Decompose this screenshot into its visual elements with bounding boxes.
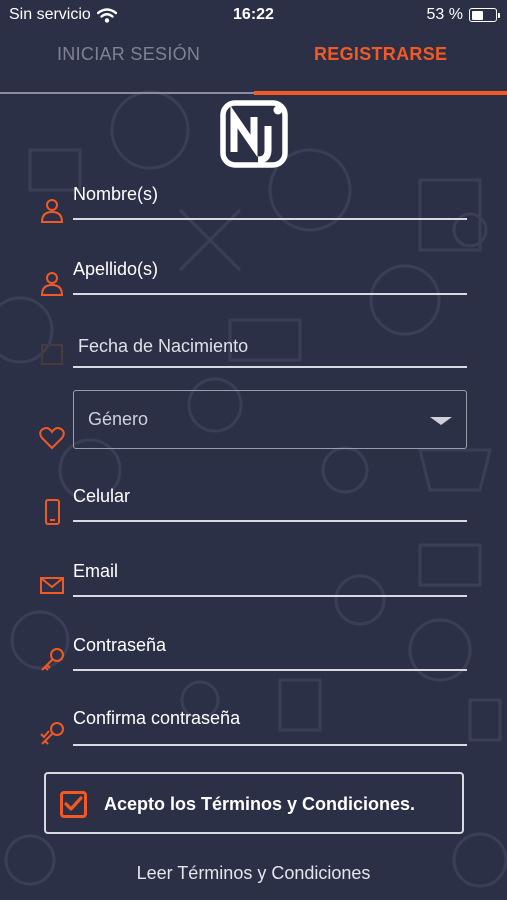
chevron-down-icon (430, 417, 452, 425)
envelope-icon (40, 577, 64, 594)
status-battery-group: 53 % (426, 6, 500, 24)
calendar-icon (41, 344, 63, 365)
phone-underline (73, 520, 467, 522)
last-name-label: Apellido(s) (73, 259, 159, 279)
checkmark-icon (64, 796, 83, 811)
gender-label: Género (88, 409, 149, 429)
key-check-icon (40, 722, 64, 745)
confirm-password-label: Confirma contraseña (73, 708, 241, 728)
confirm-password-underline (73, 744, 467, 746)
birthdate-label: Fecha de Nacimiento (78, 336, 249, 356)
confirm-password-field[interactable]: Confirma contraseña (0, 706, 507, 752)
tab-active-indicator (254, 91, 507, 95)
gender-select[interactable]: Género (73, 390, 467, 449)
battery-percent: 53 % (426, 6, 463, 23)
email-underline (73, 595, 467, 597)
nj-logo: Nj (220, 100, 288, 168)
tab-register[interactable]: REGISTRARSE (314, 44, 447, 65)
battery-cap (498, 13, 500, 18)
person-icon (40, 272, 64, 296)
birthdate-underline (73, 366, 467, 368)
password-underline (73, 669, 467, 671)
email-label: Email (73, 561, 119, 581)
status-bar: Sin servicio 16:22 53 % (0, 0, 507, 30)
first-name-underline (73, 218, 467, 220)
phone-label: Celular (73, 486, 131, 506)
read-terms-link[interactable]: Leer Términos y Condiciones (0, 863, 507, 884)
last-name-underline (73, 293, 467, 295)
password-label: Contraseña (73, 635, 167, 655)
battery-icon (469, 8, 500, 22)
first-name-field[interactable]: Nombre(s) (0, 180, 507, 226)
terms-checkbox[interactable] (60, 791, 87, 818)
key-icon (41, 648, 64, 671)
accept-terms-toggle[interactable]: Acepto los Términos y Condiciones. (44, 772, 464, 834)
phone-icon (45, 499, 60, 525)
person-icon (40, 199, 64, 223)
first-name-label: Nombre(s) (73, 184, 159, 204)
email-field[interactable]: Email (0, 557, 507, 603)
auth-tabs: INICIAR SESIÓN REGISTRARSE (0, 30, 507, 96)
terms-label: Acepto los Términos y Condiciones. (104, 794, 416, 814)
birthdate-field[interactable]: Fecha de Nacimiento (0, 330, 507, 376)
battery-fill (471, 10, 484, 20)
phone-field[interactable]: Celular (0, 482, 507, 528)
heart-icon (39, 427, 65, 450)
last-name-field[interactable]: Apellido(s) (0, 255, 507, 301)
password-field[interactable]: Contraseña (0, 631, 507, 677)
tab-login[interactable]: INICIAR SESIÓN (57, 44, 200, 65)
